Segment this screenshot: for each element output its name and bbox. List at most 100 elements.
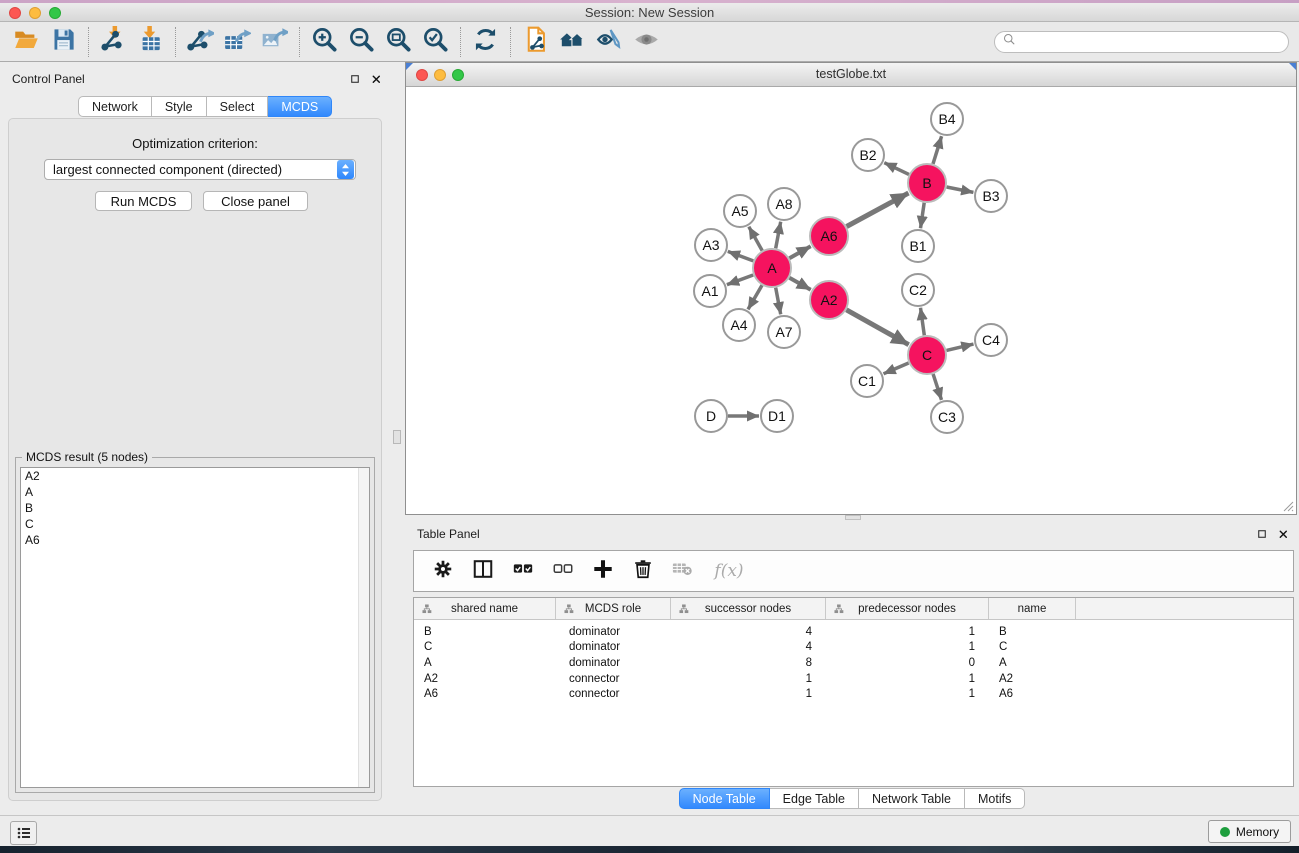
cell-name[interactable]: B <box>989 626 1076 638</box>
cell-predecessor-nodes[interactable]: 1 <box>826 688 989 700</box>
table-row-C[interactable]: Cdominator41C <box>414 640 1293 656</box>
task-history-button[interactable] <box>10 821 37 845</box>
cell-name[interactable]: A2 <box>989 673 1076 685</box>
edge-A-A4[interactable] <box>748 285 762 309</box>
node-C4[interactable]: C4 <box>975 324 1007 356</box>
node-C[interactable]: C <box>908 336 946 374</box>
vertical-splitter[interactable] <box>390 62 405 815</box>
cell-MCDS-role[interactable]: dominator <box>556 641 671 653</box>
column-header-MCDS-role[interactable]: MCDS role <box>556 598 671 619</box>
column-header-name[interactable]: name <box>989 598 1076 619</box>
new-network-from-selection-button[interactable] <box>517 26 554 58</box>
edge-A-A3[interactable] <box>728 251 754 261</box>
criterion-dropdown[interactable]: largest connected component (directed) <box>44 159 356 180</box>
cell-name[interactable]: C <box>989 641 1076 653</box>
edge-B-B3[interactable] <box>947 187 974 192</box>
mcds-result-item[interactable]: B <box>21 500 369 516</box>
edge-A-A7[interactable] <box>776 288 781 315</box>
node-B4[interactable]: B4 <box>931 103 963 135</box>
add-column-button[interactable] <box>590 558 616 584</box>
cell-successor-nodes[interactable]: 4 <box>671 626 826 638</box>
export-table-button[interactable] <box>219 26 256 58</box>
edge-B-B1[interactable] <box>921 203 925 228</box>
cell-shared-name[interactable]: C <box>414 641 556 653</box>
edge-C-C1[interactable] <box>884 363 909 374</box>
cell-name[interactable]: A6 <box>989 688 1076 700</box>
unselect-all-columns-button[interactable] <box>550 558 576 584</box>
node-B[interactable]: B <box>908 164 946 202</box>
search-box[interactable] <box>994 31 1289 53</box>
close-panel-button[interactable]: Close panel <box>203 191 308 211</box>
edge-A-A5[interactable] <box>749 227 762 251</box>
float-panel-icon[interactable] <box>1256 527 1268 545</box>
cell-predecessor-nodes[interactable]: 0 <box>826 657 989 669</box>
splitter-handle[interactable] <box>393 430 401 444</box>
resize-grip[interactable] <box>1282 500 1294 512</box>
tab-edge-table[interactable]: Edge Table <box>770 788 859 809</box>
mcds-result-item[interactable]: C <box>21 516 369 532</box>
bird-eye-view-button[interactable] <box>628 26 665 58</box>
close-panel-icon[interactable] <box>370 72 382 90</box>
node-C2[interactable]: C2 <box>902 274 934 306</box>
tab-node-table[interactable]: Node Table <box>679 788 770 809</box>
edge-C-C2[interactable] <box>921 308 925 335</box>
node-A3[interactable]: A3 <box>695 229 727 261</box>
result-list-scrollbar[interactable] <box>358 468 369 787</box>
node-A4[interactable]: A4 <box>723 309 755 341</box>
export-network-button[interactable] <box>182 26 219 58</box>
column-header-predecessor-nodes[interactable]: predecessor nodes <box>826 598 989 619</box>
node-D1[interactable]: D1 <box>761 400 793 432</box>
close-panel-icon[interactable] <box>1277 527 1289 545</box>
mcds-result-item[interactable]: A <box>21 484 369 500</box>
cell-shared-name[interactable]: A6 <box>414 688 556 700</box>
edge-A-A2[interactable] <box>789 278 810 290</box>
table-row-A6[interactable]: A6connector11A6 <box>414 686 1293 702</box>
zoom-selected-button[interactable] <box>417 26 454 58</box>
memory-button[interactable]: Memory <box>1208 820 1291 843</box>
cell-MCDS-role[interactable]: connector <box>556 688 671 700</box>
cell-MCDS-role[interactable]: dominator <box>556 626 671 638</box>
node-B2[interactable]: B2 <box>852 139 884 171</box>
cell-successor-nodes[interactable]: 1 <box>671 673 826 685</box>
node-A8[interactable]: A8 <box>768 188 800 220</box>
edge-B-B4[interactable] <box>933 136 942 164</box>
tab-motifs[interactable]: Motifs <box>965 788 1025 809</box>
cell-predecessor-nodes[interactable]: 1 <box>826 626 989 638</box>
zoom-fit-button[interactable] <box>380 26 417 58</box>
cell-MCDS-role[interactable]: dominator <box>556 657 671 669</box>
tab-select[interactable]: Select <box>207 96 269 117</box>
edge-A-A1[interactable] <box>727 275 753 285</box>
node-A2[interactable]: A2 <box>810 281 848 319</box>
node-C3[interactable]: C3 <box>931 401 963 433</box>
node-A7[interactable]: A7 <box>768 316 800 348</box>
cell-predecessor-nodes[interactable]: 1 <box>826 673 989 685</box>
tab-mcds[interactable]: MCDS <box>268 96 332 117</box>
show-graphics-details-button[interactable] <box>591 26 628 58</box>
network-canvas[interactable]: B4B2BB3A8A5A6A3B1AA1C2A2A4A7C4CC1C3DD1 <box>406 87 1296 514</box>
cell-MCDS-role[interactable]: connector <box>556 673 671 685</box>
delete-columns-button[interactable] <box>630 558 656 584</box>
cell-successor-nodes[interactable]: 1 <box>671 688 826 700</box>
import-table-button[interactable] <box>132 26 169 58</box>
cell-successor-nodes[interactable]: 8 <box>671 657 826 669</box>
save-session-button[interactable] <box>45 26 82 58</box>
mcds-result-item[interactable]: A2 <box>21 468 369 484</box>
node-A[interactable]: A <box>753 249 791 287</box>
node-C1[interactable]: C1 <box>851 365 883 397</box>
zoom-out-button[interactable] <box>343 26 380 58</box>
search-input[interactable] <box>1021 33 1288 51</box>
run-mcds-button[interactable]: Run MCDS <box>95 191 192 211</box>
node-A6[interactable]: A6 <box>810 217 848 255</box>
apply-layout-button[interactable] <box>467 26 504 58</box>
tab-style[interactable]: Style <box>152 96 207 117</box>
export-image-button[interactable] <box>256 26 293 58</box>
settings-gear-button[interactable] <box>430 558 456 584</box>
edge-B-B2[interactable] <box>884 163 909 175</box>
home-view-button[interactable] <box>554 26 591 58</box>
table-row-A2[interactable]: A2connector11A2 <box>414 671 1293 687</box>
table-row-A[interactable]: Adominator80A <box>414 655 1293 671</box>
edge-A-A6[interactable] <box>789 246 810 258</box>
cell-shared-name[interactable]: A <box>414 657 556 669</box>
cell-name[interactable]: A <box>989 657 1076 669</box>
float-panel-icon[interactable] <box>349 72 361 90</box>
